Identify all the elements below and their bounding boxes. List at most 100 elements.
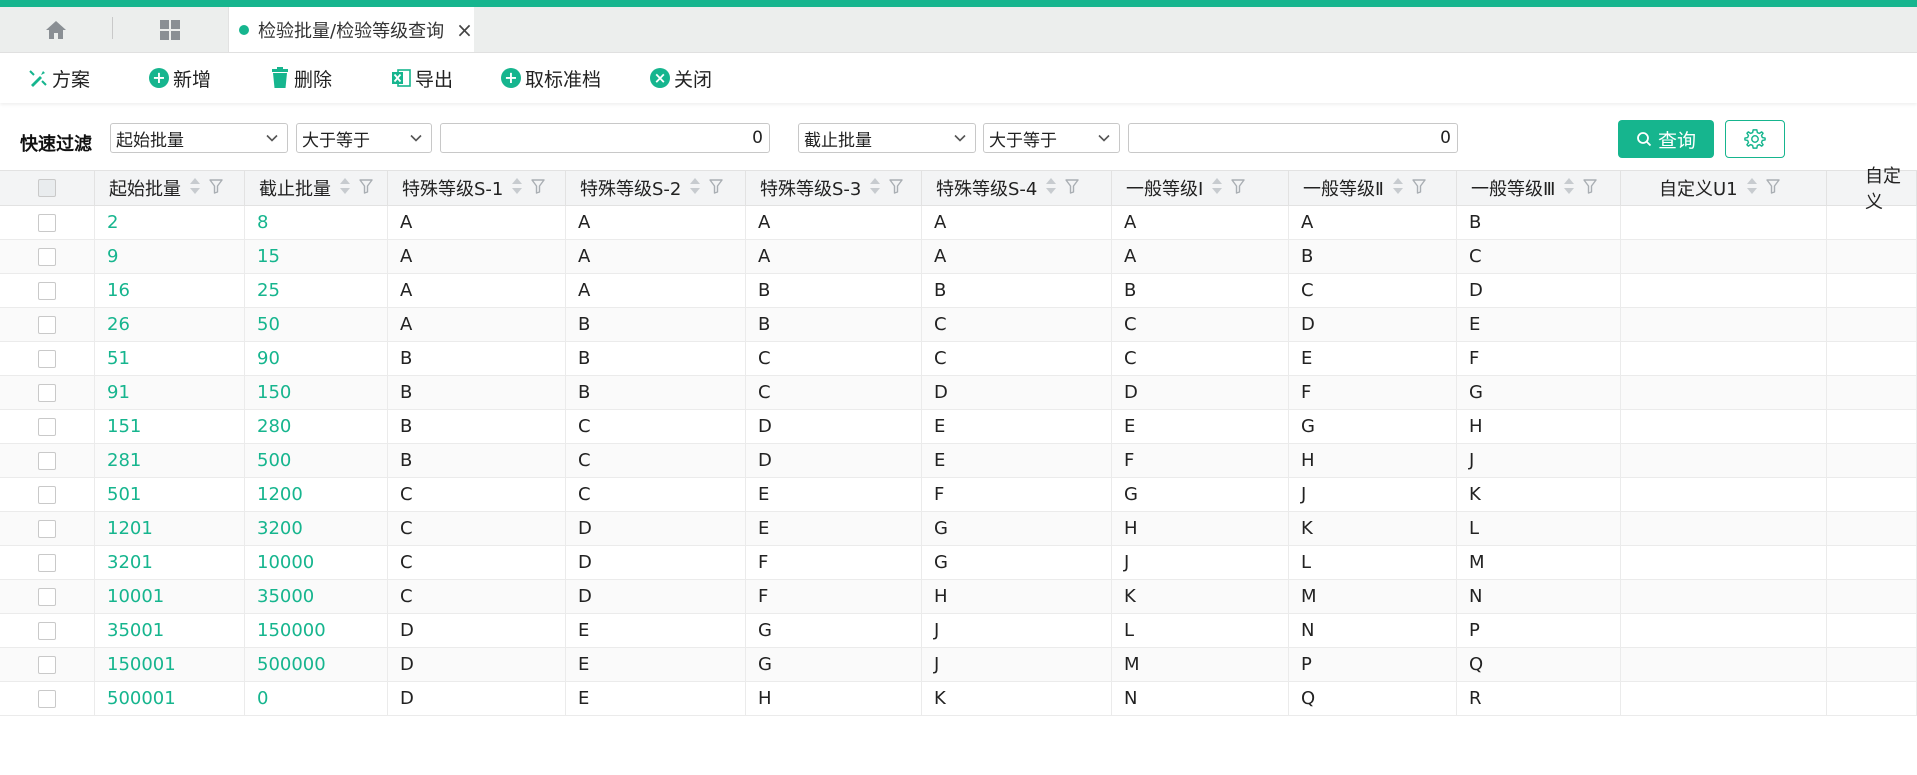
column-header[interactable]: 一般等级Ⅱ <box>1289 171 1457 205</box>
row-checkbox[interactable] <box>38 621 56 640</box>
column-header[interactable]: 特殊等级S-4 <box>922 171 1112 205</box>
delete-button[interactable]: 删除 <box>270 65 332 91</box>
filter-value-1-input[interactable]: 0 <box>440 123 770 153</box>
column-header[interactable]: 自定义 <box>1827 166 1917 213</box>
filter-icon[interactable] <box>531 178 546 199</box>
table-row[interactable]: 151 280 B C D E E G H <box>0 410 1917 444</box>
row-checkbox[interactable] <box>38 655 56 674</box>
table-row[interactable]: 1201 3200 C D E G H K L <box>0 512 1917 546</box>
table-row[interactable]: 281 500 B C D E F H J <box>0 444 1917 478</box>
column-header[interactable]: 一般等级Ⅲ <box>1457 171 1621 205</box>
batch-cell[interactable]: 500001 <box>95 682 245 715</box>
filter-settings-button[interactable] <box>1725 120 1785 158</box>
row-checkbox[interactable] <box>38 451 56 470</box>
sort-icon[interactable] <box>339 176 359 201</box>
batch-cell[interactable]: 90 <box>245 342 388 375</box>
row-checkbox[interactable] <box>38 485 56 504</box>
batch-cell[interactable]: 501 <box>95 478 245 511</box>
batch-cell[interactable]: 281 <box>95 444 245 477</box>
batch-cell[interactable]: 35001 <box>95 614 245 647</box>
batch-cell[interactable]: 150 <box>245 376 388 409</box>
batch-cell[interactable]: 0 <box>245 682 388 715</box>
sort-icon[interactable] <box>869 176 889 201</box>
sort-icon[interactable] <box>1746 176 1766 201</box>
close-button[interactable]: × 关闭 <box>650 65 712 91</box>
filter-field-2-select[interactable]: 截止批量 <box>798 123 976 153</box>
batch-cell[interactable]: 91 <box>95 376 245 409</box>
sort-icon[interactable] <box>1563 176 1583 201</box>
table-row[interactable]: 501 1200 C C E F G J K <box>0 478 1917 512</box>
batch-cell[interactable]: 51 <box>95 342 245 375</box>
row-checkbox[interactable] <box>38 417 56 436</box>
cancel-archive-button[interactable]: + 取标准档 <box>501 65 601 91</box>
batch-cell[interactable]: 1201 <box>95 512 245 545</box>
filter-icon[interactable] <box>1412 178 1426 199</box>
column-header[interactable]: 特殊等级S-3 <box>746 171 922 205</box>
sort-icon[interactable] <box>1045 176 1065 201</box>
table-row[interactable]: 16 25 A A B B B C D <box>0 274 1917 308</box>
table-row[interactable]: 51 90 B B C C C E F <box>0 342 1917 376</box>
filter-operator-2-select[interactable]: 大于等于 <box>983 123 1120 153</box>
batch-cell[interactable]: 151 <box>95 410 245 443</box>
apps-tab[interactable] <box>145 17 195 43</box>
column-header[interactable]: 特殊等级S-1 <box>388 171 566 205</box>
table-row[interactable]: 35001 150000 D E G J L N P <box>0 614 1917 648</box>
table-row[interactable]: 9 15 A A A A A B C <box>0 240 1917 274</box>
filter-icon[interactable] <box>209 178 223 199</box>
batch-cell[interactable]: 8 <box>245 206 388 239</box>
table-row[interactable]: 28AAAAAAB <box>0 206 1917 240</box>
column-header[interactable]: 起始批量 <box>95 171 245 205</box>
table-row[interactable]: 10001 35000 C D F H K M N <box>0 580 1917 614</box>
row-checkbox[interactable] <box>38 689 56 708</box>
filter-icon[interactable] <box>709 178 724 199</box>
batch-cell[interactable]: 9 <box>95 240 245 273</box>
scheme-button[interactable]: 方案 <box>28 65 90 91</box>
filter-operator-1-select[interactable]: 大于等于 <box>296 123 432 153</box>
query-button[interactable]: 查询 <box>1618 120 1714 158</box>
sort-icon[interactable] <box>689 176 709 201</box>
filter-icon[interactable] <box>1065 178 1080 199</box>
batch-cell[interactable]: 10001 <box>95 580 245 613</box>
sort-icon[interactable] <box>189 176 209 201</box>
batch-cell[interactable]: 3201 <box>95 546 245 579</box>
batch-cell[interactable]: 35000 <box>245 580 388 613</box>
batch-cell[interactable]: 26 <box>95 308 245 341</box>
row-checkbox[interactable] <box>38 349 56 368</box>
sort-icon[interactable] <box>1211 176 1231 201</box>
column-header[interactable]: 一般等级Ⅰ <box>1112 171 1289 205</box>
batch-cell[interactable]: 150001 <box>95 648 245 681</box>
batch-cell[interactable]: 2 <box>95 206 245 239</box>
row-checkbox[interactable] <box>38 587 56 606</box>
column-header[interactable]: 特殊等级S-2 <box>566 171 746 205</box>
batch-cell[interactable]: 3200 <box>245 512 388 545</box>
tab-inspection-query[interactable]: 检验批量/检验等级查询 × <box>228 7 474 52</box>
table-row[interactable]: 26 50 A B B C C D E <box>0 308 1917 342</box>
select-all-checkbox[interactable] <box>38 179 56 197</box>
batch-cell[interactable]: 10000 <box>245 546 388 579</box>
column-header[interactable]: 截止批量 <box>245 171 388 205</box>
batch-cell[interactable]: 150000 <box>245 614 388 647</box>
filter-icon[interactable] <box>1583 178 1598 199</box>
batch-cell[interactable]: 500 <box>245 444 388 477</box>
column-header[interactable]: 自定义U1 <box>1621 171 1827 205</box>
row-checkbox[interactable] <box>38 519 56 538</box>
table-row[interactable]: 3201 10000 C D F G J L M <box>0 546 1917 580</box>
batch-cell[interactable]: 16 <box>95 274 245 307</box>
table-row[interactable]: 500001 0 D E H K N Q R <box>0 682 1917 716</box>
add-button[interactable]: + 新增 <box>149 65 211 91</box>
export-button[interactable]: 导出 <box>391 65 453 91</box>
row-checkbox[interactable] <box>38 213 56 232</box>
table-row[interactable]: 91 150 B B C D D F G <box>0 376 1917 410</box>
batch-cell[interactable]: 25 <box>245 274 388 307</box>
batch-cell[interactable]: 15 <box>245 240 388 273</box>
batch-cell[interactable]: 280 <box>245 410 388 443</box>
row-checkbox[interactable] <box>38 247 56 266</box>
filter-icon[interactable] <box>1231 178 1246 199</box>
row-checkbox[interactable] <box>38 553 56 572</box>
filter-icon[interactable] <box>889 178 904 199</box>
home-tab[interactable] <box>30 17 82 43</box>
sort-icon[interactable] <box>1392 176 1412 201</box>
batch-cell[interactable]: 1200 <box>245 478 388 511</box>
row-checkbox[interactable] <box>38 383 56 402</box>
sort-icon[interactable] <box>511 176 531 201</box>
